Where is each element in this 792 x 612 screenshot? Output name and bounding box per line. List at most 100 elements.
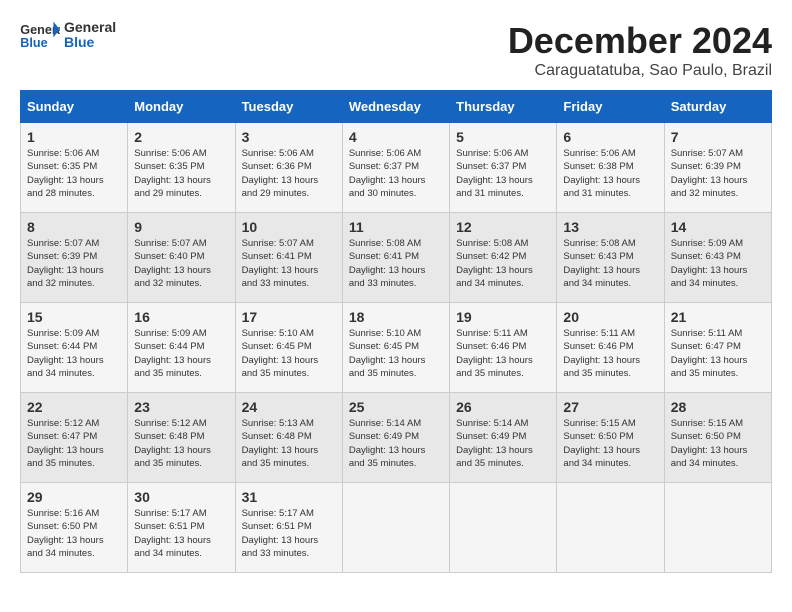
calendar-week-row: 1 Sunrise: 5:06 AM Sunset: 6:35 PM Daylig…	[21, 123, 772, 213]
table-cell: 21 Sunrise: 5:11 AM Sunset: 6:47 PM Dayli…	[664, 303, 771, 393]
day-number: 20	[563, 309, 657, 325]
day-info: Sunrise: 5:11 AM Sunset: 6:47 PM Dayligh…	[671, 327, 765, 380]
calendar-table: Sunday Monday Tuesday Wednesday Thursday…	[20, 90, 772, 573]
day-info: Sunrise: 5:08 AM Sunset: 6:42 PM Dayligh…	[456, 237, 550, 290]
day-info: Sunrise: 5:10 AM Sunset: 6:45 PM Dayligh…	[242, 327, 336, 380]
table-cell: 4 Sunrise: 5:06 AM Sunset: 6:37 PM Daylig…	[342, 123, 449, 213]
table-cell: 1 Sunrise: 5:06 AM Sunset: 6:35 PM Daylig…	[21, 123, 128, 213]
day-info: Sunrise: 5:07 AM Sunset: 6:39 PM Dayligh…	[671, 147, 765, 200]
day-info: Sunrise: 5:16 AM Sunset: 6:50 PM Dayligh…	[27, 507, 121, 560]
day-info: Sunrise: 5:17 AM Sunset: 6:51 PM Dayligh…	[242, 507, 336, 560]
logo-general-text: General	[64, 20, 116, 35]
day-info: Sunrise: 5:09 AM Sunset: 6:43 PM Dayligh…	[671, 237, 765, 290]
table-cell: 19 Sunrise: 5:11 AM Sunset: 6:46 PM Dayli…	[450, 303, 557, 393]
day-number: 25	[349, 399, 443, 415]
day-number: 4	[349, 129, 443, 145]
day-number: 19	[456, 309, 550, 325]
day-info: Sunrise: 5:11 AM Sunset: 6:46 PM Dayligh…	[456, 327, 550, 380]
table-cell: 8 Sunrise: 5:07 AM Sunset: 6:39 PM Daylig…	[21, 213, 128, 303]
table-cell: 23Sunrise: 5:12 AM Sunset: 6:48 PM Dayli…	[128, 393, 235, 483]
day-number: 16	[134, 309, 228, 325]
day-number: 17	[242, 309, 336, 325]
calendar-week-row: 8 Sunrise: 5:07 AM Sunset: 6:39 PM Daylig…	[21, 213, 772, 303]
table-cell: 27 Sunrise: 5:15 AM Sunset: 6:50 PM Dayli…	[557, 393, 664, 483]
table-cell	[557, 483, 664, 573]
day-number: 18	[349, 309, 443, 325]
table-cell: 28 Sunrise: 5:15 AM Sunset: 6:50 PM Dayli…	[664, 393, 771, 483]
table-cell: 24Sunrise: 5:13 AM Sunset: 6:48 PM Dayli…	[235, 393, 342, 483]
day-number: 5	[456, 129, 550, 145]
table-cell: 13 Sunrise: 5:08 AM Sunset: 6:43 PM Dayli…	[557, 213, 664, 303]
svg-text:Blue: Blue	[20, 36, 47, 50]
table-cell	[664, 483, 771, 573]
table-cell: 29 Sunrise: 5:16 AM Sunset: 6:50 PM Dayli…	[21, 483, 128, 573]
day-info: Sunrise: 5:17 AM Sunset: 6:51 PM Dayligh…	[134, 507, 228, 560]
day-number: 1	[27, 129, 121, 145]
table-cell: 16 Sunrise: 5:09 AM Sunset: 6:44 PM Dayli…	[128, 303, 235, 393]
day-info: Sunrise: 5:07 AM Sunset: 6:39 PM Dayligh…	[27, 237, 121, 290]
day-info: Sunrise: 5:15 AM Sunset: 6:50 PM Dayligh…	[671, 417, 765, 470]
logo-icon: General Blue	[20, 20, 60, 50]
day-info: Sunrise: 5:06 AM Sunset: 6:35 PM Dayligh…	[134, 147, 228, 200]
col-tuesday: Tuesday	[235, 91, 342, 123]
day-info: Sunrise: 5:07 AM Sunset: 6:41 PM Dayligh…	[242, 237, 336, 290]
month-title: December 2024	[508, 20, 772, 62]
day-info: Sunrise: 5:08 AM Sunset: 6:41 PM Dayligh…	[349, 237, 443, 290]
day-number: 21	[671, 309, 765, 325]
day-number: 8	[27, 219, 121, 235]
table-cell: 30 Sunrise: 5:17 AM Sunset: 6:51 PM Dayli…	[128, 483, 235, 573]
day-number: 30	[134, 489, 228, 505]
day-info: Sunrise: 5:07 AM Sunset: 6:40 PM Dayligh…	[134, 237, 228, 290]
page-header: General Blue General Blue December 2024 …	[20, 20, 772, 80]
table-cell: 26 Sunrise: 5:14 AM Sunset: 6:49 PM Dayli…	[450, 393, 557, 483]
table-cell: 17 Sunrise: 5:10 AM Sunset: 6:45 PM Dayli…	[235, 303, 342, 393]
day-info: Sunrise: 5:11 AM Sunset: 6:46 PM Dayligh…	[563, 327, 657, 380]
table-cell	[450, 483, 557, 573]
table-cell: 31 Sunrise: 5:17 AM Sunset: 6:51 PM Dayli…	[235, 483, 342, 573]
col-sunday: Sunday	[21, 91, 128, 123]
table-cell: 3Sunrise: 5:06 AM Sunset: 6:36 PM Daylig…	[235, 123, 342, 213]
day-number: 29	[27, 489, 121, 505]
col-wednesday: Wednesday	[342, 91, 449, 123]
day-number: 11	[349, 219, 443, 235]
day-number: 13	[563, 219, 657, 235]
day-number: 12	[456, 219, 550, 235]
table-cell: 2Sunrise: 5:06 AM Sunset: 6:35 PM Daylig…	[128, 123, 235, 213]
day-number: 22	[27, 399, 121, 415]
day-number: 10	[242, 219, 336, 235]
day-info: Sunrise: 5:08 AM Sunset: 6:43 PM Dayligh…	[563, 237, 657, 290]
day-number: 26	[456, 399, 550, 415]
day-info: Sunrise: 5:14 AM Sunset: 6:49 PM Dayligh…	[456, 417, 550, 470]
col-thursday: Thursday	[450, 91, 557, 123]
day-info: Sunrise: 5:06 AM Sunset: 6:37 PM Dayligh…	[349, 147, 443, 200]
table-cell: 11 Sunrise: 5:08 AM Sunset: 6:41 PM Dayli…	[342, 213, 449, 303]
table-cell: 6Sunrise: 5:06 AM Sunset: 6:38 PM Daylig…	[557, 123, 664, 213]
day-info: Sunrise: 5:06 AM Sunset: 6:35 PM Dayligh…	[27, 147, 121, 200]
day-info: Sunrise: 5:10 AM Sunset: 6:45 PM Dayligh…	[349, 327, 443, 380]
day-info: Sunrise: 5:15 AM Sunset: 6:50 PM Dayligh…	[563, 417, 657, 470]
day-number: 9	[134, 219, 228, 235]
day-info: Sunrise: 5:06 AM Sunset: 6:37 PM Dayligh…	[456, 147, 550, 200]
day-info: Sunrise: 5:09 AM Sunset: 6:44 PM Dayligh…	[27, 327, 121, 380]
day-number: 23	[134, 399, 228, 415]
day-info: Sunrise: 5:09 AM Sunset: 6:44 PM Dayligh…	[134, 327, 228, 380]
table-cell: 5 Sunrise: 5:06 AM Sunset: 6:37 PM Daylig…	[450, 123, 557, 213]
calendar-week-row: 29 Sunrise: 5:16 AM Sunset: 6:50 PM Dayli…	[21, 483, 772, 573]
day-info: Sunrise: 5:06 AM Sunset: 6:38 PM Dayligh…	[563, 147, 657, 200]
day-info: Sunrise: 5:14 AM Sunset: 6:49 PM Dayligh…	[349, 417, 443, 470]
title-section: December 2024 Caraguatatuba, Sao Paulo, …	[508, 20, 772, 80]
day-number: 31	[242, 489, 336, 505]
col-friday: Friday	[557, 91, 664, 123]
day-number: 27	[563, 399, 657, 415]
day-info: Sunrise: 5:06 AM Sunset: 6:36 PM Dayligh…	[242, 147, 336, 200]
table-cell: 25 Sunrise: 5:14 AM Sunset: 6:49 PM Dayli…	[342, 393, 449, 483]
table-cell: 14Sunrise: 5:09 AM Sunset: 6:43 PM Dayli…	[664, 213, 771, 303]
day-info: Sunrise: 5:12 AM Sunset: 6:47 PM Dayligh…	[27, 417, 121, 470]
table-cell: 20 Sunrise: 5:11 AM Sunset: 6:46 PM Dayli…	[557, 303, 664, 393]
table-cell	[342, 483, 449, 573]
day-info: Sunrise: 5:13 AM Sunset: 6:48 PM Dayligh…	[242, 417, 336, 470]
table-cell: 9 Sunrise: 5:07 AM Sunset: 6:40 PM Daylig…	[128, 213, 235, 303]
calendar-header-row: Sunday Monday Tuesday Wednesday Thursday…	[21, 91, 772, 123]
day-number: 28	[671, 399, 765, 415]
table-cell: 10 Sunrise: 5:07 AM Sunset: 6:41 PM Dayli…	[235, 213, 342, 303]
